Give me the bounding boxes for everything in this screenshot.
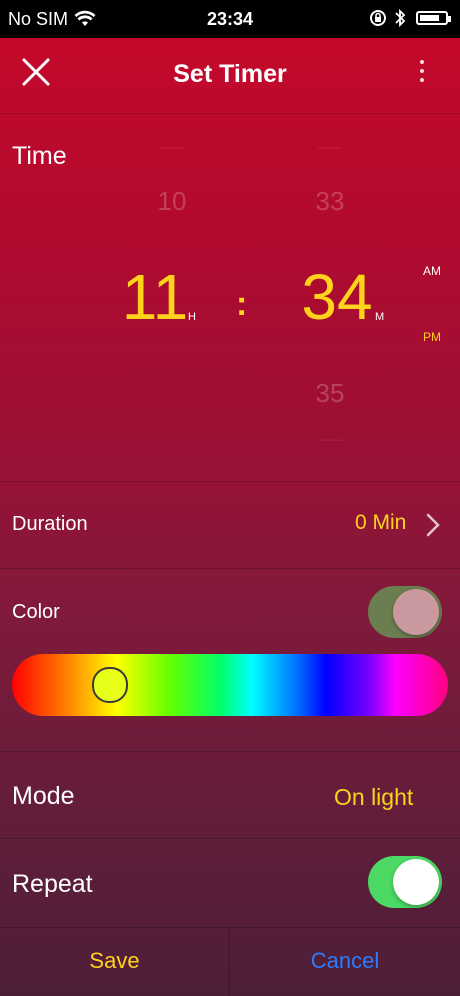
bluetooth-icon	[394, 8, 406, 33]
hour-prev[interactable]: 10	[132, 186, 212, 217]
bottom-action-bar: Save Cancel	[0, 928, 460, 996]
hour-value[interactable]: 11	[120, 260, 190, 334]
time-separator: :	[236, 285, 248, 323]
pm-option[interactable]: PM	[423, 330, 441, 344]
divider	[0, 751, 460, 752]
duration-label: Duration	[12, 513, 88, 535]
minute-faint-top: ——	[318, 140, 342, 154]
time-label: Time	[12, 142, 67, 170]
chevron-right-icon[interactable]	[424, 512, 442, 538]
color-slider-thumb[interactable]	[92, 667, 128, 703]
divider	[0, 481, 460, 482]
duration-value[interactable]: 0 Min	[355, 511, 406, 535]
minute-prev[interactable]: 33	[290, 186, 370, 217]
battery-level	[420, 15, 439, 21]
am-option[interactable]: AM	[423, 264, 441, 278]
divider	[0, 113, 460, 114]
mode-value[interactable]: On light	[334, 784, 413, 811]
minute-unit: M	[375, 311, 385, 323]
save-button[interactable]: Save	[0, 948, 229, 974]
color-label: Color	[12, 601, 60, 623]
battery-icon	[416, 11, 451, 25]
repeat-toggle-knob	[393, 859, 439, 905]
nav-bar: Set Timer	[0, 38, 460, 112]
cancel-button[interactable]: Cancel	[230, 948, 460, 974]
divider	[0, 568, 460, 569]
minute-value[interactable]: 34	[298, 260, 376, 334]
page-title: Set Timer	[173, 60, 287, 88]
hour-unit: H	[188, 311, 196, 323]
color-toggle[interactable]	[368, 586, 442, 638]
minute-faint-bottom: ——	[318, 432, 342, 446]
more-options-icon[interactable]	[410, 56, 434, 92]
repeat-label: Repeat	[12, 870, 93, 898]
status-bar: No SIM 23:34	[0, 0, 460, 38]
mode-label: Mode	[12, 782, 75, 810]
color-toggle-knob	[393, 589, 439, 635]
color-spectrum-slider[interactable]	[12, 654, 448, 716]
hour-faint-top: ——	[160, 140, 184, 154]
divider	[0, 838, 460, 839]
repeat-toggle[interactable]	[368, 856, 442, 908]
minute-next[interactable]: 35	[290, 378, 370, 409]
rotation-lock-icon	[369, 8, 387, 33]
status-time: 23:34	[206, 9, 254, 29]
